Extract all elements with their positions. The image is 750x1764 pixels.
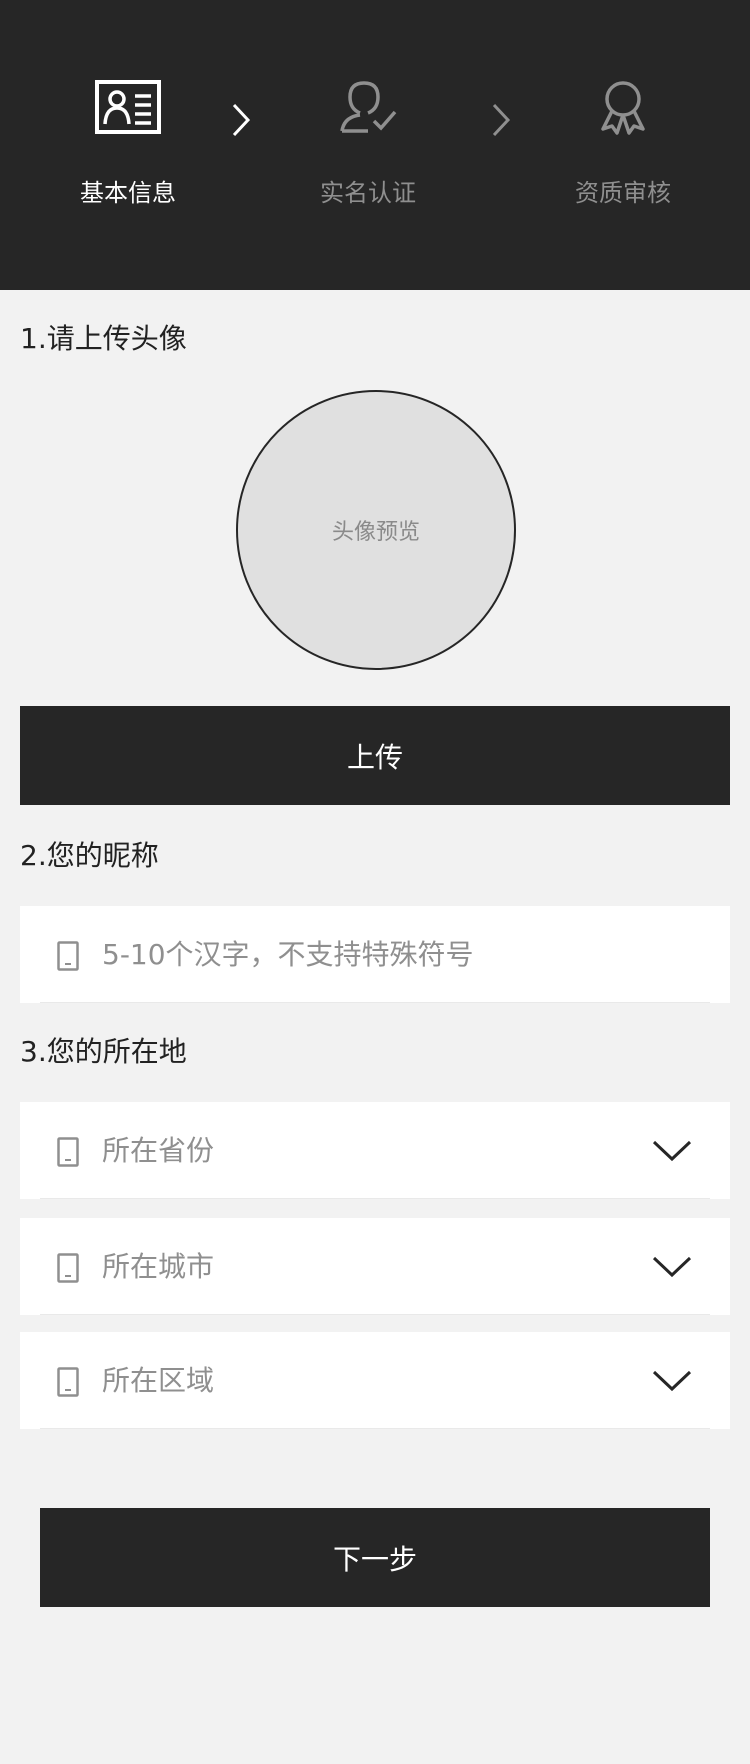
next-step-button[interactable]: 下一步 [40,1508,710,1607]
location-section-title: 3.您的所在地 [20,1035,187,1068]
step-real-name: 实名认证 [268,72,468,208]
phone-icon [57,941,79,971]
chevron-right-icon [492,103,511,137]
city-placeholder: 所在城市 [102,1250,215,1283]
phone-icon [57,1137,79,1167]
step-qualification: 资质审核 [523,72,723,208]
upload-button[interactable]: 上传 [20,706,730,805]
avatar-section-title: 1.请上传头像 [20,322,187,355]
nickname-section-title: 2.您的昵称 [20,839,159,872]
step-basic-info: 基本信息 [28,72,228,208]
district-select[interactable]: 所在区域 [20,1332,730,1429]
step-label: 实名认证 [320,179,416,207]
nickname-field[interactable]: 5-10个汉字，不支持特殊符号 [20,906,730,1003]
phone-icon [57,1253,79,1283]
province-placeholder: 所在省份 [102,1134,215,1167]
chevron-down-icon [652,1140,692,1162]
phone-icon [57,1367,79,1397]
chevron-right-icon [232,103,251,137]
avatar-preview-text: 头像预览 [331,520,420,545]
step-label: 基本信息 [80,179,176,207]
district-placeholder: 所在区域 [102,1364,215,1397]
user-verified-icon [268,72,468,142]
nickname-placeholder: 5-10个汉字，不支持特殊符号 [102,938,474,971]
avatar-preview[interactable]: 头像预览 [236,390,516,670]
chevron-down-icon [652,1370,692,1392]
city-select[interactable]: 所在城市 [20,1218,730,1315]
province-select[interactable]: 所在省份 [20,1102,730,1199]
step-label: 资质审核 [575,179,671,207]
chevron-down-icon [652,1256,692,1278]
award-ribbon-icon [523,72,723,142]
step-header: 基本信息 实名认证 资质审核 [0,0,750,290]
id-card-icon [28,72,228,142]
